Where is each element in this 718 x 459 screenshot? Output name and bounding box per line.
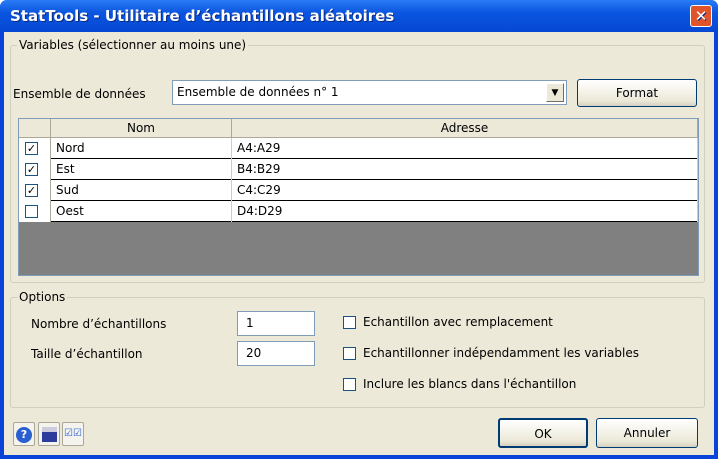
sample-size-input[interactable]: 20 [237, 341, 315, 366]
num-samples-label: Nombre d’échantillons [31, 317, 167, 331]
row-header: ✓ [19, 159, 51, 180]
option-checkbox-label: Echantillon avec remplacement [363, 315, 553, 329]
table-row[interactable]: ✓ Est B4:B29 [19, 159, 698, 180]
row-header: ✓ [19, 138, 51, 159]
table-row[interactable]: Oest D4:D29 [19, 201, 698, 222]
cell-name[interactable]: Sud [51, 180, 232, 201]
title-bar: StatTools - Utilitaire d’échantillons al… [0, 0, 718, 32]
close-button[interactable]: ✕ [690, 5, 712, 27]
variables-table: Nom Adresse ✓ Nord A4:A29 ✓ Est B4:B29 ✓… [18, 118, 699, 276]
chevron-down-icon[interactable]: ▼ [546, 83, 564, 102]
dataset-select[interactable]: Ensemble de données n° 1 ▼ [172, 80, 567, 105]
options-group-label: Options [17, 290, 68, 304]
option-checkbox[interactable] [343, 316, 356, 329]
save-icon [41, 427, 57, 442]
cell-name[interactable]: Est [51, 159, 232, 180]
dataset-value: Ensemble de données n° 1 [177, 85, 339, 99]
help-icon: ? [16, 427, 32, 443]
row-header [19, 201, 51, 222]
table-row[interactable]: ✓ Nord A4:A29 [19, 138, 698, 159]
sample-size-label: Taille d’échantillon [31, 347, 143, 361]
row-checkbox[interactable]: ✓ [25, 142, 38, 155]
checklist-icon: ☑☑ [64, 428, 82, 439]
save-button[interactable] [38, 422, 60, 446]
option-checkbox[interactable] [343, 378, 356, 391]
option-checkbox-label: Echantillonner indépendamment les variab… [363, 346, 639, 360]
dialog-body: Variables (sélectionner au moins une) En… [4, 32, 714, 455]
cell-address[interactable]: B4:B29 [232, 159, 698, 180]
select-all-button[interactable]: ☑☑ [62, 422, 84, 446]
cell-address[interactable]: C4:C29 [232, 180, 698, 201]
format-button[interactable]: Format [577, 79, 697, 107]
cancel-button[interactable]: Annuler [596, 418, 698, 448]
option-checkbox[interactable] [343, 347, 356, 360]
ok-button[interactable]: OK [498, 418, 588, 448]
option-checkbox-label: Inclure les blancs dans l'échantillon [363, 377, 577, 391]
variables-group-label: Variables (sélectionner au moins une) [17, 38, 249, 52]
help-button[interactable]: ? [13, 422, 35, 446]
row-checkbox[interactable]: ✓ [25, 184, 38, 197]
cell-name[interactable]: Nord [51, 138, 232, 159]
dataset-label: Ensemble de données [13, 87, 146, 101]
row-checkbox[interactable]: ✓ [25, 163, 38, 176]
row-header: ✓ [19, 180, 51, 201]
table-row[interactable]: ✓ Sud C4:C29 [19, 180, 698, 201]
row-header-corner [19, 119, 51, 138]
cell-name[interactable]: Oest [51, 201, 232, 222]
num-samples-input[interactable]: 1 [237, 311, 315, 336]
window-title: StatTools - Utilitaire d’échantillons al… [10, 7, 395, 25]
dialog-window: StatTools - Utilitaire d’échantillons al… [0, 0, 718, 459]
column-header-adresse[interactable]: Adresse [232, 119, 698, 138]
cell-address[interactable]: A4:A29 [232, 138, 698, 159]
column-header-nom[interactable]: Nom [51, 119, 232, 138]
row-checkbox[interactable] [25, 205, 38, 218]
cell-address[interactable]: D4:D29 [232, 201, 698, 222]
